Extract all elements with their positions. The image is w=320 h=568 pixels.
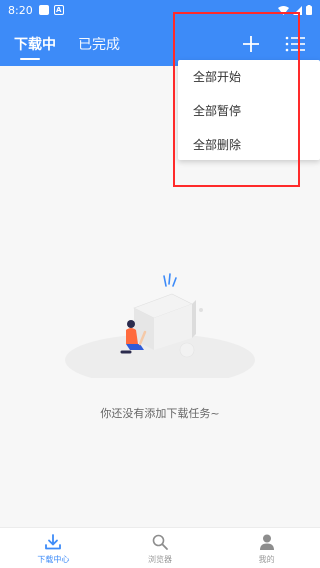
app-notification-icon: A — [53, 5, 64, 15]
person-icon — [257, 532, 277, 552]
nav-mine[interactable]: 我的 — [213, 528, 320, 568]
nav-label-mine: 我的 — [258, 555, 275, 564]
bottom-nav: 下载中心 浏览器 我的 — [0, 527, 320, 568]
nav-browser[interactable]: 浏览器 — [107, 528, 214, 568]
tab-completed[interactable]: 已完成 — [78, 34, 120, 54]
menu-item-pause-all[interactable]: 全部暂停 — [178, 94, 320, 128]
nav-label-download-center: 下载中心 — [37, 555, 70, 564]
menu-item-start-all[interactable]: 全部开始 — [178, 60, 320, 94]
header-actions — [240, 33, 306, 55]
battery-icon — [306, 5, 312, 15]
status-bar: 8:20 A — [0, 0, 320, 20]
empty-state-text: 你还没有添加下载任务~ — [100, 407, 220, 420]
menu-item-delete-all[interactable]: 全部删除 — [178, 128, 320, 162]
nav-label-browser: 浏览器 — [148, 555, 172, 564]
tab-downloading[interactable]: 下载中 — [14, 34, 56, 60]
plus-icon[interactable] — [240, 33, 262, 55]
status-time: 8:20 — [8, 3, 33, 17]
signal-icon — [293, 5, 302, 15]
wifi-icon — [278, 5, 289, 15]
nav-download-center[interactable]: 下载中心 — [0, 528, 107, 568]
action-menu: 全部开始 全部暂停 全部删除 — [178, 60, 320, 160]
empty-illustration — [65, 273, 255, 378]
list-icon[interactable] — [284, 33, 306, 55]
search-icon — [150, 532, 170, 552]
app-header: 8:20 A 下载中 已完成 — [0, 0, 320, 66]
download-icon — [43, 532, 63, 552]
notification-icon — [38, 5, 49, 15]
tab-bar: 下载中 已完成 — [14, 34, 120, 60]
